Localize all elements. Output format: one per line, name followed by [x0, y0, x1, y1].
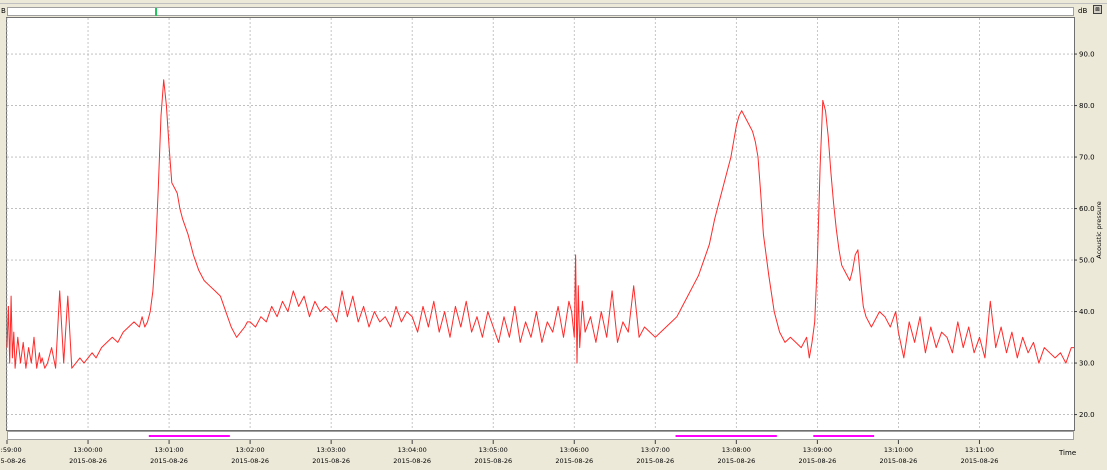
x-tick-time: 13:07:00 [641, 446, 670, 454]
x-tick-time: 13:02:00 [236, 446, 265, 454]
x-tick-date: 2015-08-26 [393, 457, 431, 465]
y-tick-labels: 20.0 30.0 40.0 50.0 60.0 70.0 80.0 90.0 [1074, 51, 1095, 419]
y-tick-label: 90.0 [1079, 51, 1095, 59]
x-tick-time: 13:09:00 [803, 446, 832, 454]
x-tick-date: 2015-08-26 [880, 457, 918, 465]
x-tick-date: 2015-08-26 [474, 457, 512, 465]
event-highlight-bar[interactable] [813, 435, 875, 437]
x-tick-date: 2015-08-26 [231, 457, 269, 465]
series-line [6, 79, 1074, 369]
x-axis-title: Time [1059, 449, 1077, 457]
x-tick-time: 13:00:00 [73, 446, 102, 454]
x-tick-time: 13:04:00 [398, 446, 427, 454]
panel-toggle-button[interactable]: ⧈ [1093, 5, 1102, 14]
y-axis-title: Acoustic pressure [1095, 201, 1103, 259]
x-tick-date: 2015-08-26 [555, 457, 593, 465]
x-tick-time: 13:06:00 [560, 446, 589, 454]
x-tick-time: 13:08:00 [722, 446, 751, 454]
x-tick-labels: 12:59:00 2015-08-26 13:00:00 2015-08-26 13:0… [0, 440, 998, 465]
y-tick-label: 30.0 [1079, 360, 1095, 368]
y-tick-label: 40.0 [1079, 308, 1095, 316]
y-tick-label: 80.0 [1079, 102, 1095, 110]
chart-svg: 20.0 30.0 40.0 50.0 60.0 70.0 80.0 90.0 12:59:0… [0, 18, 1095, 465]
x-tick-date: 2015-08-26 [69, 457, 107, 465]
x-tick-date: 2015-08-26 [636, 457, 674, 465]
event-highlight-bar[interactable] [148, 435, 230, 437]
x-tick-time: 13:01:00 [154, 446, 183, 454]
series-layer [6, 79, 1074, 369]
x-tick-date: 2015-08-26 [961, 457, 999, 465]
x-tick-time: 13:05:00 [479, 446, 508, 454]
y-tick-label: 70.0 [1079, 154, 1095, 162]
x-tick-date: 2015-08-26 [312, 457, 350, 465]
x-tick-date: 2015-08-26 [0, 457, 26, 465]
event-highlight-bar[interactable] [675, 435, 777, 437]
x-tick-date: 2015-08-26 [717, 457, 755, 465]
x-tick-time: 13:10:00 [884, 446, 913, 454]
y-tick-label: 60.0 [1079, 205, 1095, 213]
x-tick-time: 13:03:00 [317, 446, 346, 454]
y-tick-label: 20.0 [1079, 411, 1095, 419]
x-tick-time: 13:11:00 [965, 446, 994, 454]
y-unit-label: dB [1078, 7, 1088, 15]
grid-lines [6, 18, 1074, 430]
x-tick-date: 2015-08-26 [798, 457, 836, 465]
highlight-bars [148, 435, 875, 437]
x-tick-time: 12:59:00 [0, 446, 22, 454]
y-tick-label: 50.0 [1079, 257, 1095, 265]
x-tick-date: 2015-08-26 [150, 457, 188, 465]
